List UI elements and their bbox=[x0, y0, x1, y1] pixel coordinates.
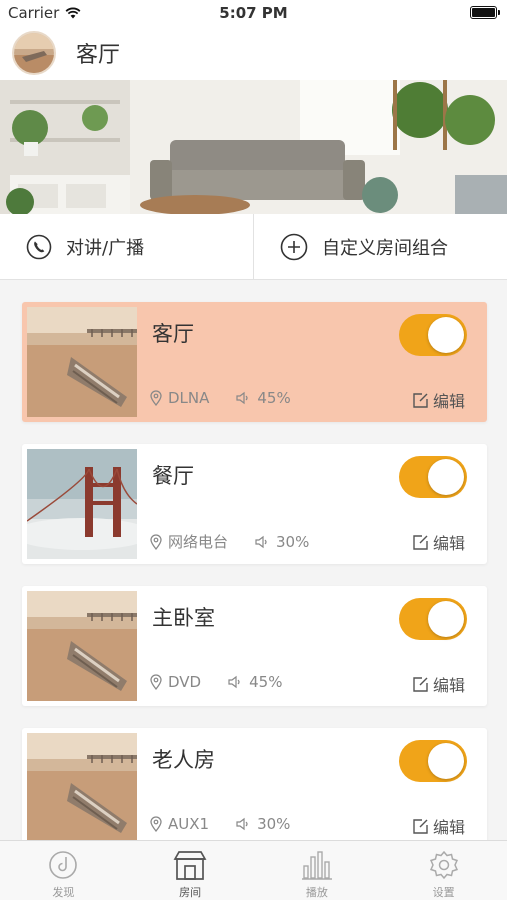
edit-label: 编辑 bbox=[432, 534, 465, 553]
room-volume: 30% bbox=[257, 815, 291, 833]
room-power-toggle[interactable] bbox=[399, 598, 467, 640]
edit-icon bbox=[413, 818, 428, 834]
room-meta: DVD 45% bbox=[150, 673, 282, 691]
room-name: 餐厅 bbox=[152, 464, 194, 488]
intercom-label: 对讲/广播 bbox=[66, 237, 145, 259]
speaker-icon bbox=[236, 817, 248, 831]
house-icon bbox=[173, 851, 207, 880]
room-volume: 30% bbox=[276, 532, 310, 551]
battery-icon bbox=[470, 6, 500, 19]
tab-rooms-label: 房间 bbox=[179, 886, 202, 899]
room-thumbnail bbox=[27, 733, 137, 843]
room-list: 客厅 DLNA 45% 编辑 餐厅 网络电台 30% 编辑 主卧室 DVD 45… bbox=[22, 302, 487, 870]
room-thumbnail bbox=[27, 591, 137, 701]
bars-icon bbox=[301, 851, 332, 880]
plus-circle-icon bbox=[280, 233, 308, 260]
intercom-broadcast-button[interactable]: 对讲/广播 bbox=[0, 214, 253, 279]
phone-icon bbox=[26, 234, 52, 259]
speaker-icon bbox=[236, 391, 248, 405]
room-source: 网络电台 bbox=[168, 533, 229, 551]
tab-settings-label: 设置 bbox=[432, 886, 455, 899]
edit-icon bbox=[413, 534, 428, 550]
edit-icon bbox=[413, 676, 428, 692]
tab-settings[interactable]: 设置 bbox=[380, 841, 507, 900]
edit-room-button[interactable]: 编辑 bbox=[412, 388, 465, 412]
custom-room-group-label: 自定义房间组合 bbox=[322, 237, 448, 259]
room-name: 老人房 bbox=[152, 748, 215, 772]
room-volume: 45% bbox=[257, 389, 291, 407]
quick-actions: 对讲/广播 自定义房间组合 bbox=[0, 214, 507, 280]
edit-room-button[interactable]: 编辑 bbox=[412, 814, 465, 838]
tab-play-label: 播放 bbox=[305, 886, 328, 899]
speaker-icon bbox=[228, 675, 240, 689]
status-bar: Carrier 5:07 PM bbox=[0, 0, 507, 26]
room-meta: DLNA 45% bbox=[150, 389, 291, 407]
edit-label: 编辑 bbox=[432, 676, 465, 695]
edit-room-button[interactable]: 编辑 bbox=[412, 672, 465, 696]
speaker-icon bbox=[255, 535, 267, 548]
custom-room-group-button[interactable]: 自定义房间组合 bbox=[253, 214, 507, 279]
room-power-toggle[interactable] bbox=[399, 456, 467, 498]
tab-discover-label: 发现 bbox=[52, 886, 75, 899]
avatar[interactable] bbox=[12, 31, 56, 75]
location-pin-icon bbox=[150, 390, 162, 406]
room-banner-image bbox=[0, 80, 507, 214]
tab-rooms[interactable]: 房间 bbox=[127, 841, 254, 900]
status-time: 5:07 PM bbox=[219, 4, 288, 22]
room-meta: 网络电台 30% bbox=[150, 531, 309, 552]
room-name: 客厅 bbox=[152, 322, 194, 346]
room-source: AUX1 bbox=[168, 815, 210, 833]
page-title: 客厅 bbox=[76, 43, 121, 68]
edit-icon bbox=[413, 392, 428, 408]
room-power-toggle[interactable] bbox=[399, 740, 467, 782]
edit-label: 编辑 bbox=[432, 818, 465, 837]
room-source: DVD bbox=[168, 673, 202, 691]
edit-room-button[interactable]: 编辑 bbox=[412, 530, 465, 554]
location-pin-icon bbox=[150, 674, 162, 690]
tab-discover[interactable]: 发现 bbox=[0, 841, 127, 900]
room-card-elderly-room[interactable]: 老人房 AUX1 30% 编辑 bbox=[22, 728, 487, 848]
tab-play[interactable]: 播放 bbox=[254, 841, 381, 900]
gear-icon bbox=[429, 850, 458, 880]
location-pin-icon bbox=[150, 816, 162, 832]
room-card-master-bedroom[interactable]: 主卧室 DVD 45% 编辑 bbox=[22, 586, 487, 706]
room-meta: AUX1 30% bbox=[150, 815, 290, 833]
room-thumbnail bbox=[27, 449, 137, 559]
room-name: 主卧室 bbox=[152, 606, 215, 630]
room-card-dining-room[interactable]: 餐厅 网络电台 30% 编辑 bbox=[22, 444, 487, 564]
room-source: DLNA bbox=[168, 389, 210, 407]
tab-bar: 发现 房间 播放 设置 bbox=[0, 840, 507, 900]
edit-label: 编辑 bbox=[432, 392, 465, 411]
room-thumbnail bbox=[27, 307, 137, 417]
discover-icon bbox=[49, 851, 78, 879]
location-pin-icon bbox=[150, 533, 162, 550]
header: 客厅 bbox=[0, 26, 507, 80]
room-volume: 45% bbox=[249, 673, 283, 691]
room-card-living-room[interactable]: 客厅 DLNA 45% 编辑 bbox=[22, 302, 487, 422]
room-power-toggle[interactable] bbox=[399, 314, 467, 356]
